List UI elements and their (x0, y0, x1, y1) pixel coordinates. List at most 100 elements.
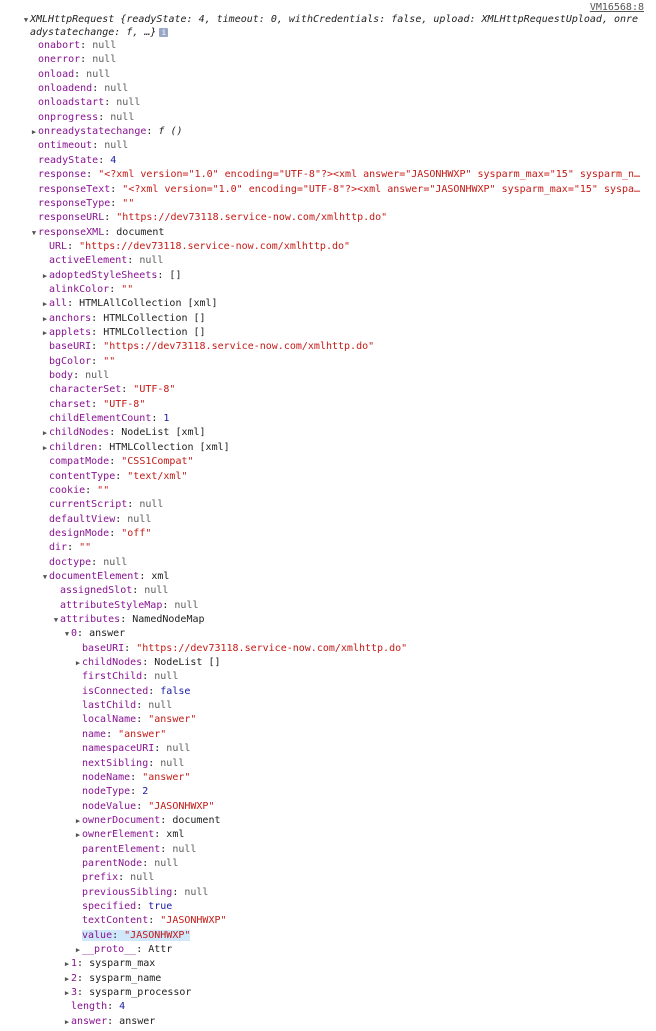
property-row: name: "answer" (74, 728, 166, 742)
caret-right-icon[interactable]: ▶ (41, 426, 49, 440)
property-value: sysparm_max (89, 958, 156, 970)
caret-right-icon[interactable]: ▶ (74, 814, 82, 828)
caret-down-icon[interactable]: ▼ (52, 613, 60, 627)
caret-down-icon[interactable]: ▼ (63, 627, 71, 641)
property-row: bgColor: "" (41, 355, 115, 369)
property-key: charset (49, 398, 92, 410)
property-value: HTMLAllCollection [xml] (79, 298, 218, 310)
property-row: parentNode: null (74, 857, 178, 871)
caret-right-icon[interactable]: ▶ (41, 441, 49, 455)
property-row: characterSet: "UTF-8" (41, 383, 175, 397)
caret-spacer (74, 800, 82, 814)
property-key: baseURI (49, 341, 92, 353)
property-key: onprogress (38, 111, 99, 123)
property-value: null (127, 513, 152, 525)
caret-right-icon[interactable]: ▶ (41, 312, 49, 326)
property-row[interactable]: ▶ onreadystatechange: f () (30, 125, 183, 139)
property-row[interactable]: ▶ 2: sysparm_name (63, 972, 161, 986)
caret-spacer (30, 39, 38, 53)
property-value: false (160, 685, 191, 697)
property-value: "text/xml" (127, 470, 188, 482)
caret-spacer (52, 584, 60, 598)
property-key: baseURI (82, 642, 125, 654)
property-row: responseURL: "https://dev73118.service-n… (30, 211, 387, 225)
property-value: true (148, 901, 173, 912)
property-key: ownerElement (82, 829, 155, 841)
property-row[interactable]: ▶ childNodes: NodeList [] (74, 656, 221, 670)
caret-spacer (30, 211, 38, 225)
property-key: answer (71, 1015, 108, 1027)
caret-right-icon[interactable]: ▶ (63, 986, 71, 1000)
property-row: onerror: null (30, 53, 116, 67)
caret-spacer (41, 455, 49, 469)
caret-right-icon[interactable]: ▶ (41, 297, 49, 311)
property-key: childNodes (82, 657, 143, 668)
caret-right-icon[interactable]: ▶ (41, 326, 49, 340)
property-key: assignedSlot (60, 585, 133, 597)
property-row[interactable]: ▶ childNodes: NodeList [xml] (41, 426, 206, 440)
property-row[interactable]: ▶ applets: HTMLCollection [] (41, 326, 206, 340)
property-row[interactable]: ▼ attributes: NamedNodeMap (52, 613, 205, 627)
caret-right-icon[interactable]: ▶ (74, 656, 82, 670)
caret-down-icon[interactable]: ▼ (22, 13, 30, 27)
property-row: lastChild: null (74, 699, 172, 713)
property-row[interactable]: ▶ 3: sysparm_processor (63, 986, 192, 1000)
property-row[interactable]: ▼ responseXML: document (30, 226, 165, 240)
caret-spacer (63, 1000, 71, 1014)
property-key: anchors (49, 312, 92, 324)
caret-spacer (30, 154, 38, 168)
property-key: firstChild (82, 671, 143, 683)
summary-row[interactable]: ▼ XMLHttpRequest {readyState: 4, timeout:… (22, 13, 638, 27)
property-row: isConnected: false (74, 685, 190, 699)
property-key: readyState (38, 154, 99, 166)
property-key: adoptedStyleSheets (49, 269, 158, 281)
caret-spacer (41, 240, 49, 254)
caret-right-icon[interactable]: ▶ (63, 957, 71, 971)
property-row: responseType: "" (30, 197, 134, 211)
property-row[interactable]: ▼ 0: answer (63, 627, 125, 641)
caret-right-icon[interactable]: ▶ (30, 125, 38, 139)
source-link[interactable]: VM16568:8 (590, 2, 644, 13)
property-key: defaultView (49, 513, 116, 525)
property-row[interactable]: ▶ __proto__: Attr (74, 943, 172, 957)
caret-spacer (41, 412, 49, 426)
property-key: onerror (38, 54, 81, 66)
caret-right-icon[interactable]: ▶ (74, 828, 82, 842)
property-value: "https://dev73118.service-now.com/xmlhtt… (136, 642, 408, 654)
property-key: attributeStyleMap (60, 599, 163, 611)
property-row[interactable]: ▶ children: HTMLCollection [xml] (41, 441, 230, 455)
property-value: "<?xml version="1.0" encoding="UTF-8"?><… (122, 183, 641, 195)
property-key: namespaceURI (82, 743, 155, 755)
caret-right-icon[interactable]: ▶ (63, 1015, 71, 1029)
property-row: namespaceURI: null (74, 742, 190, 756)
property-value: null (130, 872, 155, 884)
property-value: NamedNodeMap (132, 614, 205, 625)
caret-right-icon[interactable]: ▶ (41, 269, 49, 283)
property-row[interactable]: ▶ all: HTMLAllCollection [xml] (41, 297, 218, 311)
property-value: null (148, 700, 173, 712)
property-value: 1 (163, 413, 170, 425)
caret-spacer (74, 685, 82, 699)
caret-down-icon[interactable]: ▼ (30, 226, 38, 240)
property-row: ontimeout: null (30, 139, 128, 153)
property-row[interactable]: ▶ 1: sysparm_max (63, 957, 155, 971)
caret-spacer (74, 785, 82, 799)
property-key: contentType (49, 470, 116, 482)
property-row[interactable]: ▶ anchors: HTMLCollection [] (41, 312, 206, 326)
property-row[interactable]: ▶ ownerDocument: document (74, 814, 221, 828)
caret-down-icon[interactable]: ▼ (41, 570, 49, 584)
property-value: null (174, 599, 199, 611)
caret-right-icon[interactable]: ▶ (74, 943, 82, 957)
info-icon[interactable]: i (159, 27, 169, 37)
caret-spacer (41, 383, 49, 397)
property-row[interactable]: ▶ answer: answer (63, 1015, 155, 1029)
property-row[interactable]: ▶ ownerElement: xml (74, 828, 184, 842)
caret-right-icon[interactable]: ▶ (63, 972, 71, 986)
property-key: cookie (49, 484, 86, 496)
property-row: nodeType: 2 (74, 785, 148, 799)
property-row: onload: null (30, 68, 110, 82)
property-row[interactable]: ▼ documentElement: xml (41, 570, 170, 584)
property-value: "JASONHWXP" (148, 800, 215, 812)
property-row[interactable]: ▶ adoptedStyleSheets: [] (41, 269, 182, 283)
property-row: charset: "UTF-8" (41, 398, 145, 412)
